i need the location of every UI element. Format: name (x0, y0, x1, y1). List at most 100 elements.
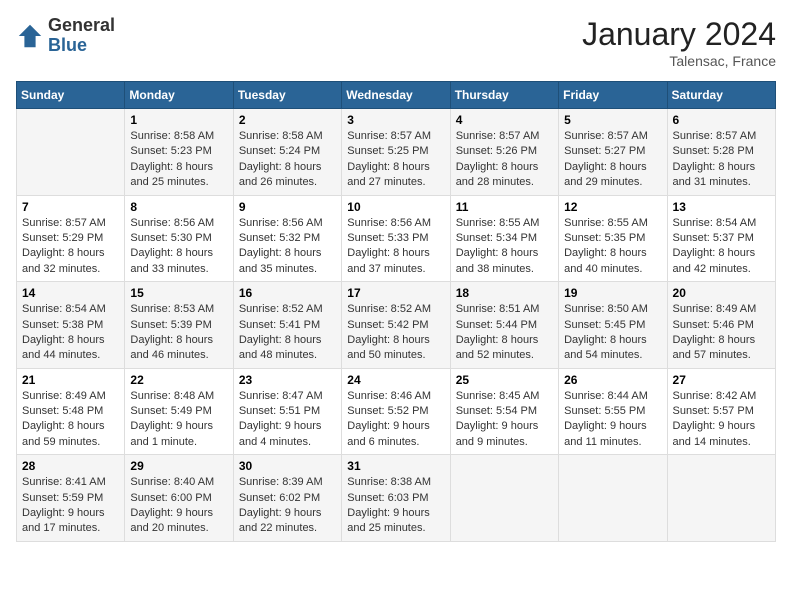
cell-content: Sunrise: 8:58 AM Sunset: 5:24 PM Dayligh… (239, 129, 336, 191)
calendar-cell: 17 Sunrise: 8:52 AM Sunset: 5:42 PM Dayl… (342, 282, 450, 369)
calendar-cell: 19 Sunrise: 8:50 AM Sunset: 5:45 PM Dayl… (559, 282, 667, 369)
header-wednesday: Wednesday (342, 82, 450, 109)
calendar-cell: 8 Sunrise: 8:56 AM Sunset: 5:30 PM Dayli… (125, 195, 233, 282)
daylight-text: Daylight: 8 hours and 48 minutes. (239, 333, 336, 364)
calendar-table: Sunday Monday Tuesday Wednesday Thursday… (16, 81, 776, 542)
day-number: 17 (347, 286, 444, 300)
day-number: 5 (564, 113, 661, 127)
calendar-cell: 27 Sunrise: 8:42 AM Sunset: 5:57 PM Dayl… (667, 368, 775, 455)
cell-content: Sunrise: 8:50 AM Sunset: 5:45 PM Dayligh… (564, 302, 661, 364)
calendar-cell: 9 Sunrise: 8:56 AM Sunset: 5:32 PM Dayli… (233, 195, 341, 282)
sunset-text: Sunset: 5:39 PM (130, 318, 227, 333)
calendar-cell: 7 Sunrise: 8:57 AM Sunset: 5:29 PM Dayli… (17, 195, 125, 282)
sunrise-text: Sunrise: 8:57 AM (564, 129, 661, 144)
sunrise-text: Sunrise: 8:47 AM (239, 389, 336, 404)
sunset-text: Sunset: 5:59 PM (22, 491, 119, 506)
daylight-text: Daylight: 8 hours and 29 minutes. (564, 160, 661, 191)
daylight-text: Daylight: 8 hours and 50 minutes. (347, 333, 444, 364)
cell-content: Sunrise: 8:54 AM Sunset: 5:38 PM Dayligh… (22, 302, 119, 364)
calendar-cell: 24 Sunrise: 8:46 AM Sunset: 5:52 PM Dayl… (342, 368, 450, 455)
day-number: 12 (564, 200, 661, 214)
day-number: 26 (564, 373, 661, 387)
day-number: 27 (673, 373, 770, 387)
header-sunday: Sunday (17, 82, 125, 109)
daylight-text: Daylight: 8 hours and 59 minutes. (22, 419, 119, 450)
cell-content: Sunrise: 8:57 AM Sunset: 5:26 PM Dayligh… (456, 129, 553, 191)
day-number: 8 (130, 200, 227, 214)
cell-content: Sunrise: 8:39 AM Sunset: 6:02 PM Dayligh… (239, 475, 336, 537)
sunrise-text: Sunrise: 8:56 AM (130, 216, 227, 231)
calendar-cell: 29 Sunrise: 8:40 AM Sunset: 6:00 PM Dayl… (125, 455, 233, 542)
sunrise-text: Sunrise: 8:46 AM (347, 389, 444, 404)
day-number: 28 (22, 459, 119, 473)
cell-content: Sunrise: 8:44 AM Sunset: 5:55 PM Dayligh… (564, 389, 661, 451)
sunset-text: Sunset: 5:25 PM (347, 144, 444, 159)
calendar-cell: 2 Sunrise: 8:58 AM Sunset: 5:24 PM Dayli… (233, 109, 341, 196)
daylight-text: Daylight: 8 hours and 46 minutes. (130, 333, 227, 364)
day-number: 31 (347, 459, 444, 473)
daylight-text: Daylight: 9 hours and 4 minutes. (239, 419, 336, 450)
sunrise-text: Sunrise: 8:49 AM (22, 389, 119, 404)
daylight-text: Daylight: 8 hours and 38 minutes. (456, 246, 553, 277)
calendar-body: 1 Sunrise: 8:58 AM Sunset: 5:23 PM Dayli… (17, 109, 776, 542)
day-number: 16 (239, 286, 336, 300)
calendar-cell: 4 Sunrise: 8:57 AM Sunset: 5:26 PM Dayli… (450, 109, 558, 196)
sunrise-text: Sunrise: 8:52 AM (347, 302, 444, 317)
daylight-text: Daylight: 9 hours and 20 minutes. (130, 506, 227, 537)
calendar-week-0: 1 Sunrise: 8:58 AM Sunset: 5:23 PM Dayli… (17, 109, 776, 196)
sunrise-text: Sunrise: 8:51 AM (456, 302, 553, 317)
day-number: 18 (456, 286, 553, 300)
calendar-cell: 25 Sunrise: 8:45 AM Sunset: 5:54 PM Dayl… (450, 368, 558, 455)
calendar-cell: 13 Sunrise: 8:54 AM Sunset: 5:37 PM Dayl… (667, 195, 775, 282)
logo-text: General Blue (48, 16, 115, 56)
cell-content: Sunrise: 8:38 AM Sunset: 6:03 PM Dayligh… (347, 475, 444, 537)
calendar-cell: 15 Sunrise: 8:53 AM Sunset: 5:39 PM Dayl… (125, 282, 233, 369)
sunrise-text: Sunrise: 8:58 AM (239, 129, 336, 144)
cell-content: Sunrise: 8:47 AM Sunset: 5:51 PM Dayligh… (239, 389, 336, 451)
sunset-text: Sunset: 5:35 PM (564, 231, 661, 246)
calendar-cell: 28 Sunrise: 8:41 AM Sunset: 5:59 PM Dayl… (17, 455, 125, 542)
sunrise-text: Sunrise: 8:57 AM (673, 129, 770, 144)
cell-content: Sunrise: 8:56 AM Sunset: 5:32 PM Dayligh… (239, 216, 336, 278)
sunset-text: Sunset: 5:33 PM (347, 231, 444, 246)
cell-content: Sunrise: 8:57 AM Sunset: 5:27 PM Dayligh… (564, 129, 661, 191)
logo-general: General (48, 16, 115, 36)
day-number: 30 (239, 459, 336, 473)
daylight-text: Daylight: 8 hours and 37 minutes. (347, 246, 444, 277)
calendar-week-4: 28 Sunrise: 8:41 AM Sunset: 5:59 PM Dayl… (17, 455, 776, 542)
sunrise-text: Sunrise: 8:44 AM (564, 389, 661, 404)
calendar-cell: 16 Sunrise: 8:52 AM Sunset: 5:41 PM Dayl… (233, 282, 341, 369)
logo-icon (16, 22, 44, 50)
daylight-text: Daylight: 8 hours and 44 minutes. (22, 333, 119, 364)
day-number: 22 (130, 373, 227, 387)
sunset-text: Sunset: 5:23 PM (130, 144, 227, 159)
daylight-text: Daylight: 8 hours and 57 minutes. (673, 333, 770, 364)
daylight-text: Daylight: 8 hours and 40 minutes. (564, 246, 661, 277)
header-thursday: Thursday (450, 82, 558, 109)
day-number: 23 (239, 373, 336, 387)
sunset-text: Sunset: 5:44 PM (456, 318, 553, 333)
page-header: General Blue January 2024 Talensac, Fran… (16, 16, 776, 69)
day-number: 14 (22, 286, 119, 300)
sunrise-text: Sunrise: 8:54 AM (22, 302, 119, 317)
day-number: 15 (130, 286, 227, 300)
calendar-cell: 1 Sunrise: 8:58 AM Sunset: 5:23 PM Dayli… (125, 109, 233, 196)
calendar-week-2: 14 Sunrise: 8:54 AM Sunset: 5:38 PM Dayl… (17, 282, 776, 369)
sunset-text: Sunset: 5:37 PM (673, 231, 770, 246)
daylight-text: Daylight: 8 hours and 42 minutes. (673, 246, 770, 277)
header-friday: Friday (559, 82, 667, 109)
sunset-text: Sunset: 6:02 PM (239, 491, 336, 506)
cell-content: Sunrise: 8:57 AM Sunset: 5:25 PM Dayligh… (347, 129, 444, 191)
sunset-text: Sunset: 5:38 PM (22, 318, 119, 333)
daylight-text: Daylight: 9 hours and 22 minutes. (239, 506, 336, 537)
daylight-text: Daylight: 9 hours and 6 minutes. (347, 419, 444, 450)
day-number: 29 (130, 459, 227, 473)
daylight-text: Daylight: 8 hours and 54 minutes. (564, 333, 661, 364)
cell-content: Sunrise: 8:48 AM Sunset: 5:49 PM Dayligh… (130, 389, 227, 451)
cell-content: Sunrise: 8:56 AM Sunset: 5:33 PM Dayligh… (347, 216, 444, 278)
calendar-cell (450, 455, 558, 542)
sunset-text: Sunset: 5:42 PM (347, 318, 444, 333)
calendar-week-1: 7 Sunrise: 8:57 AM Sunset: 5:29 PM Dayli… (17, 195, 776, 282)
daylight-text: Daylight: 9 hours and 1 minute. (130, 419, 227, 450)
day-number: 10 (347, 200, 444, 214)
